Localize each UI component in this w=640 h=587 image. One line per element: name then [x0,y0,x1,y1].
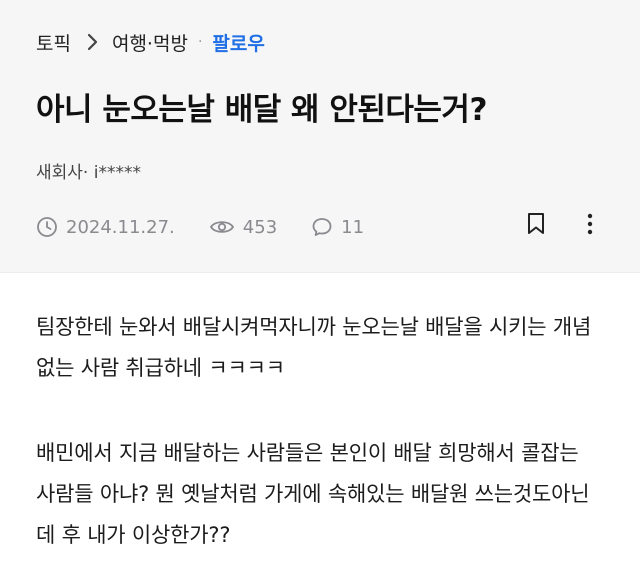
post-paragraph: 팀장한테 눈와서 배달시켜먹자니까 눈오는날 배달을 시키는 개념없는 사람 취… [36,315,592,380]
breadcrumb: 토픽 여행·먹방 · 팔로우 [36,28,265,56]
comment-count-text: 11 [341,216,365,238]
post-date: 2024.11.27. [36,216,175,238]
view-count-text: 453 [242,216,278,238]
breadcrumb-separator: · [197,34,203,50]
author-info[interactable]: 새회사· i***** [36,158,141,183]
post-header: 토픽 여행·먹방 · 팔로우 아니 눈오는날 배달 왜 안된다는거? 새회사· … [0,0,640,273]
follow-button[interactable]: 팔로우 [212,29,264,56]
post-body: 팀장한테 눈와서 배달시켜먹자니까 눈오는날 배달을 시키는 개념없는 사람 취… [0,273,640,556]
eye-icon [209,218,243,236]
post-paragraph: 배민에서 지금 배달하는 사람들은 본인이 배달 희망해서 콜잡는 사람들 아냐… [36,441,590,547]
breadcrumb-topic[interactable]: 토픽 [36,29,71,56]
post-date-text: 2024.11.27. [66,216,175,238]
comment-icon [311,216,341,238]
post-actions [498,208,606,240]
view-count: 453 [209,217,277,238]
clock-icon [36,216,66,238]
breadcrumb-category[interactable]: 여행·먹방 [112,29,188,56]
chevron-right-icon [87,33,98,51]
more-vertical-icon[interactable] [574,208,606,240]
bookmark-icon[interactable] [520,208,552,240]
comment-count[interactable]: 11 [311,216,364,238]
post-meta: 2024.11.27. 453 11 [36,216,398,238]
post-title: 아니 눈오는날 배달 왜 안된다는거? [36,92,487,128]
